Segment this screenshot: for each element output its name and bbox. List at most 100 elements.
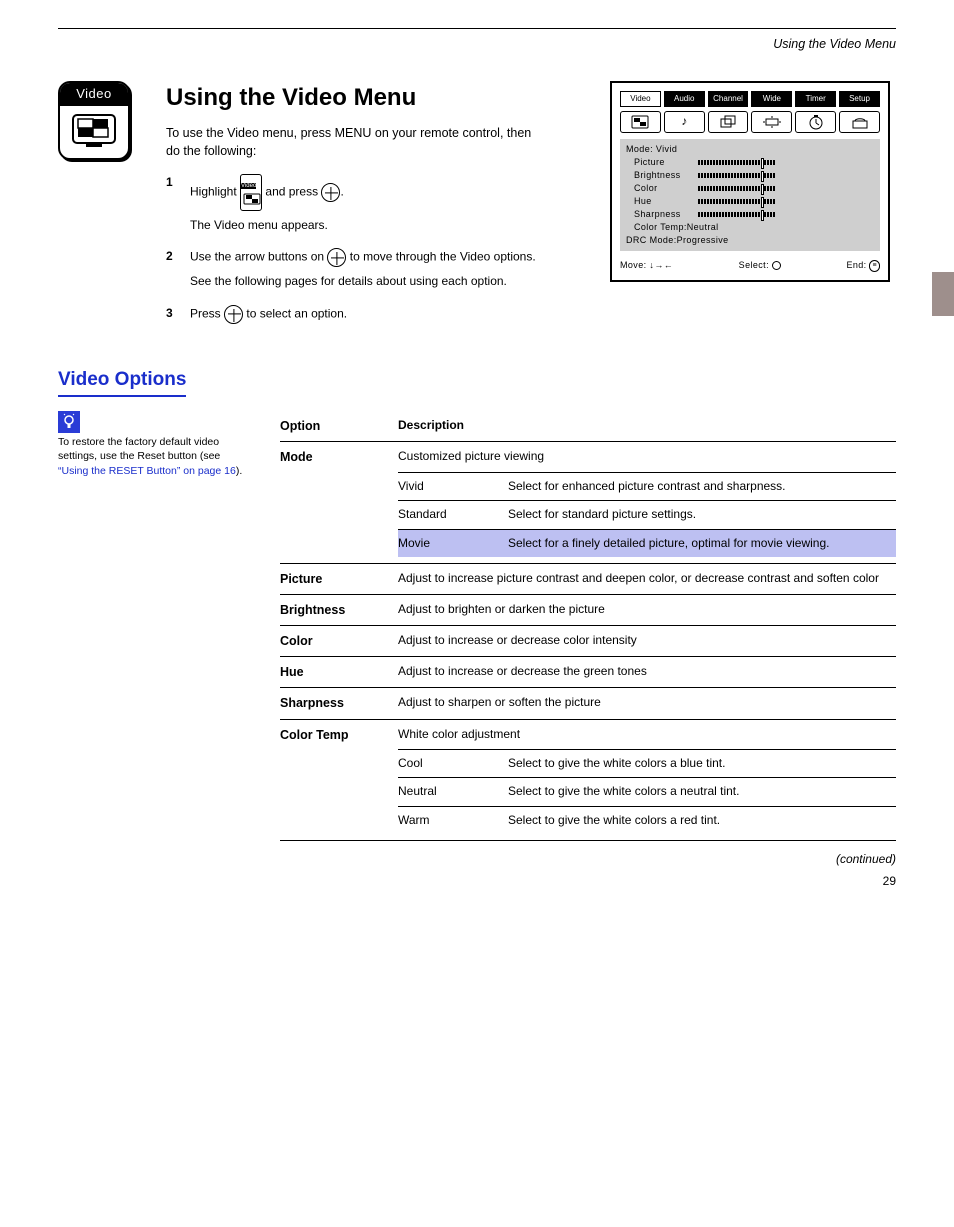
step-text: Use the arrow buttons on <box>190 250 324 264</box>
wide-icon <box>751 111 792 133</box>
option-sub-label: Cool <box>398 755 508 772</box>
running-header: Using the Video Menu <box>58 35 896 53</box>
option-desc: White color adjustment <box>398 726 896 743</box>
options-header-desc: Description <box>398 417 896 434</box>
options-table: Option Description Mode Customized pictu… <box>280 411 896 841</box>
option-sub-label: Warm <box>398 812 508 829</box>
osd-tab-timer: Timer <box>795 91 836 107</box>
tip-text: To restore the factory default video set… <box>58 435 248 478</box>
option-label: Hue <box>280 663 398 681</box>
osd-footer-select: Select: <box>739 260 769 270</box>
option-label: Sharpness <box>280 694 398 712</box>
step-text: Press <box>190 306 221 320</box>
osd-footer-move: Move: <box>620 260 647 270</box>
option-desc: Adjust to increase or decrease color int… <box>398 632 896 649</box>
option-sub-label: Standard <box>398 506 508 523</box>
timer-icon <box>795 111 836 133</box>
option-row: Sharpness Adjust to sharpen or soften th… <box>280 687 896 718</box>
setup-icon <box>839 111 880 133</box>
osd-tab-channel: Channel <box>708 91 749 107</box>
section-title: Using the Video Menu <box>166 81 572 116</box>
step: 2 Use the arrow buttons on to move throu… <box>166 248 572 290</box>
step-number: 2 <box>166 248 180 290</box>
option-sub-row-highlighted: Movie Select for a finely detailed pictu… <box>398 529 896 557</box>
page-edge-tab <box>932 272 954 316</box>
option-label: Picture <box>280 570 398 588</box>
slider-bar <box>698 199 776 204</box>
continued-indicator: (continued) <box>58 851 896 868</box>
tip-crossref-link[interactable]: “Using the RESET Button” on page 16 <box>58 465 236 477</box>
video-badge-label: Video <box>60 83 128 106</box>
step-text: to move through the Video options. <box>350 250 536 264</box>
osd-tab-video: Video <box>620 91 661 107</box>
option-label: Color <box>280 632 398 650</box>
option-sub-row: Vivid Select for enhanced picture contra… <box>398 472 896 500</box>
options-header-option: Option <box>280 417 398 435</box>
osd-item-label: Brightness <box>626 169 698 182</box>
option-sub-desc: Select to give the white colors a red ti… <box>508 812 896 829</box>
osd-footer-arrows: ↓→← <box>649 260 673 270</box>
menu-button-small-icon: ≡ <box>869 260 880 272</box>
option-desc: Adjust to sharpen or soften the picture <box>398 694 896 711</box>
osd-screenshot: Video Audio Channel Wide Timer Setup ♪ <box>610 81 890 282</box>
channel-icon <box>708 111 749 133</box>
slider-bar <box>698 212 776 217</box>
tip-bulb-icon <box>58 411 80 433</box>
option-row: Mode Customized picture viewing Vivid Se… <box>280 441 896 563</box>
osd-drc-line: DRC Mode:Progressive <box>626 234 874 247</box>
center-button-icon <box>321 183 340 202</box>
page-number: 29 <box>58 873 896 890</box>
center-button-icon <box>327 248 346 267</box>
intro-text: To use the Video menu, press MENU on you… <box>166 124 546 160</box>
osd-item-label: Picture <box>626 156 698 169</box>
tv-icon <box>60 106 128 158</box>
step-text: to select an option. <box>246 306 347 320</box>
option-desc: Adjust to brighten or darken the picture <box>398 601 896 618</box>
option-desc: Adjust to increase or decrease the green… <box>398 663 896 680</box>
slider-bar <box>698 173 776 178</box>
option-sub-desc: Select for a finely detailed picture, op… <box>508 535 896 552</box>
osd-colortemp-line: Color Temp:Neutral <box>626 221 874 234</box>
option-sub-desc: Select to give the white colors a neutra… <box>508 783 896 800</box>
option-sub-desc: Select for standard picture settings. <box>508 506 896 523</box>
options-heading: Video Options <box>58 366 186 398</box>
step: 1 Highlight Video and press . The Vi <box>166 174 572 234</box>
osd-mode-line: Mode: Vivid <box>626 143 874 156</box>
top-rule <box>58 28 896 29</box>
osd-tab-wide: Wide <box>751 91 792 107</box>
audio-icon: ♪ <box>664 111 705 133</box>
osd-tab-audio: Audio <box>664 91 705 107</box>
option-sub-row: Standard Select for standard picture set… <box>398 500 896 528</box>
option-sub-desc: Select to give the white colors a blue t… <box>508 755 896 772</box>
option-label: Brightness <box>280 601 398 619</box>
step: 3 Press to select an option. <box>166 305 572 328</box>
option-row: Hue Adjust to increase or decrease the g… <box>280 656 896 687</box>
center-button-small-icon <box>772 261 781 270</box>
option-sub-row: Cool Select to give the white colors a b… <box>398 749 896 777</box>
step-text: and press <box>265 185 318 199</box>
option-sub-row: Neutral Select to give the white colors … <box>398 777 896 805</box>
step-subtext: The Video menu appears. <box>190 217 572 234</box>
step-subtext: See the following pages for details abou… <box>190 273 572 290</box>
center-button-icon <box>224 305 243 324</box>
step-number: 1 <box>166 174 180 234</box>
option-sub-label: Neutral <box>398 783 508 800</box>
option-desc: Customized picture viewing <box>398 448 896 465</box>
osd-footer-end: End: <box>846 260 866 270</box>
osd-tab-setup: Setup <box>839 91 880 107</box>
option-row: Color Adjust to increase or decrease col… <box>280 625 896 656</box>
option-sub-desc: Select for enhanced picture contrast and… <box>508 478 896 495</box>
video-icon <box>620 111 661 133</box>
slider-bar <box>698 186 776 191</box>
option-label: Mode <box>280 448 398 466</box>
option-row: Picture Adjust to increase picture contr… <box>280 563 896 594</box>
option-row: Brightness Adjust to brighten or darken … <box>280 594 896 625</box>
option-sub-row: Warm Select to give the white colors a r… <box>398 806 896 834</box>
osd-item-label: Sharpness <box>626 208 698 221</box>
option-desc: Adjust to increase picture contrast and … <box>398 570 896 587</box>
option-label: Color Temp <box>280 726 398 744</box>
option-sub-label: Vivid <box>398 478 508 495</box>
osd-item-label: Color <box>626 182 698 195</box>
step-text: Highlight <box>190 185 237 199</box>
step-number: 3 <box>166 305 180 328</box>
